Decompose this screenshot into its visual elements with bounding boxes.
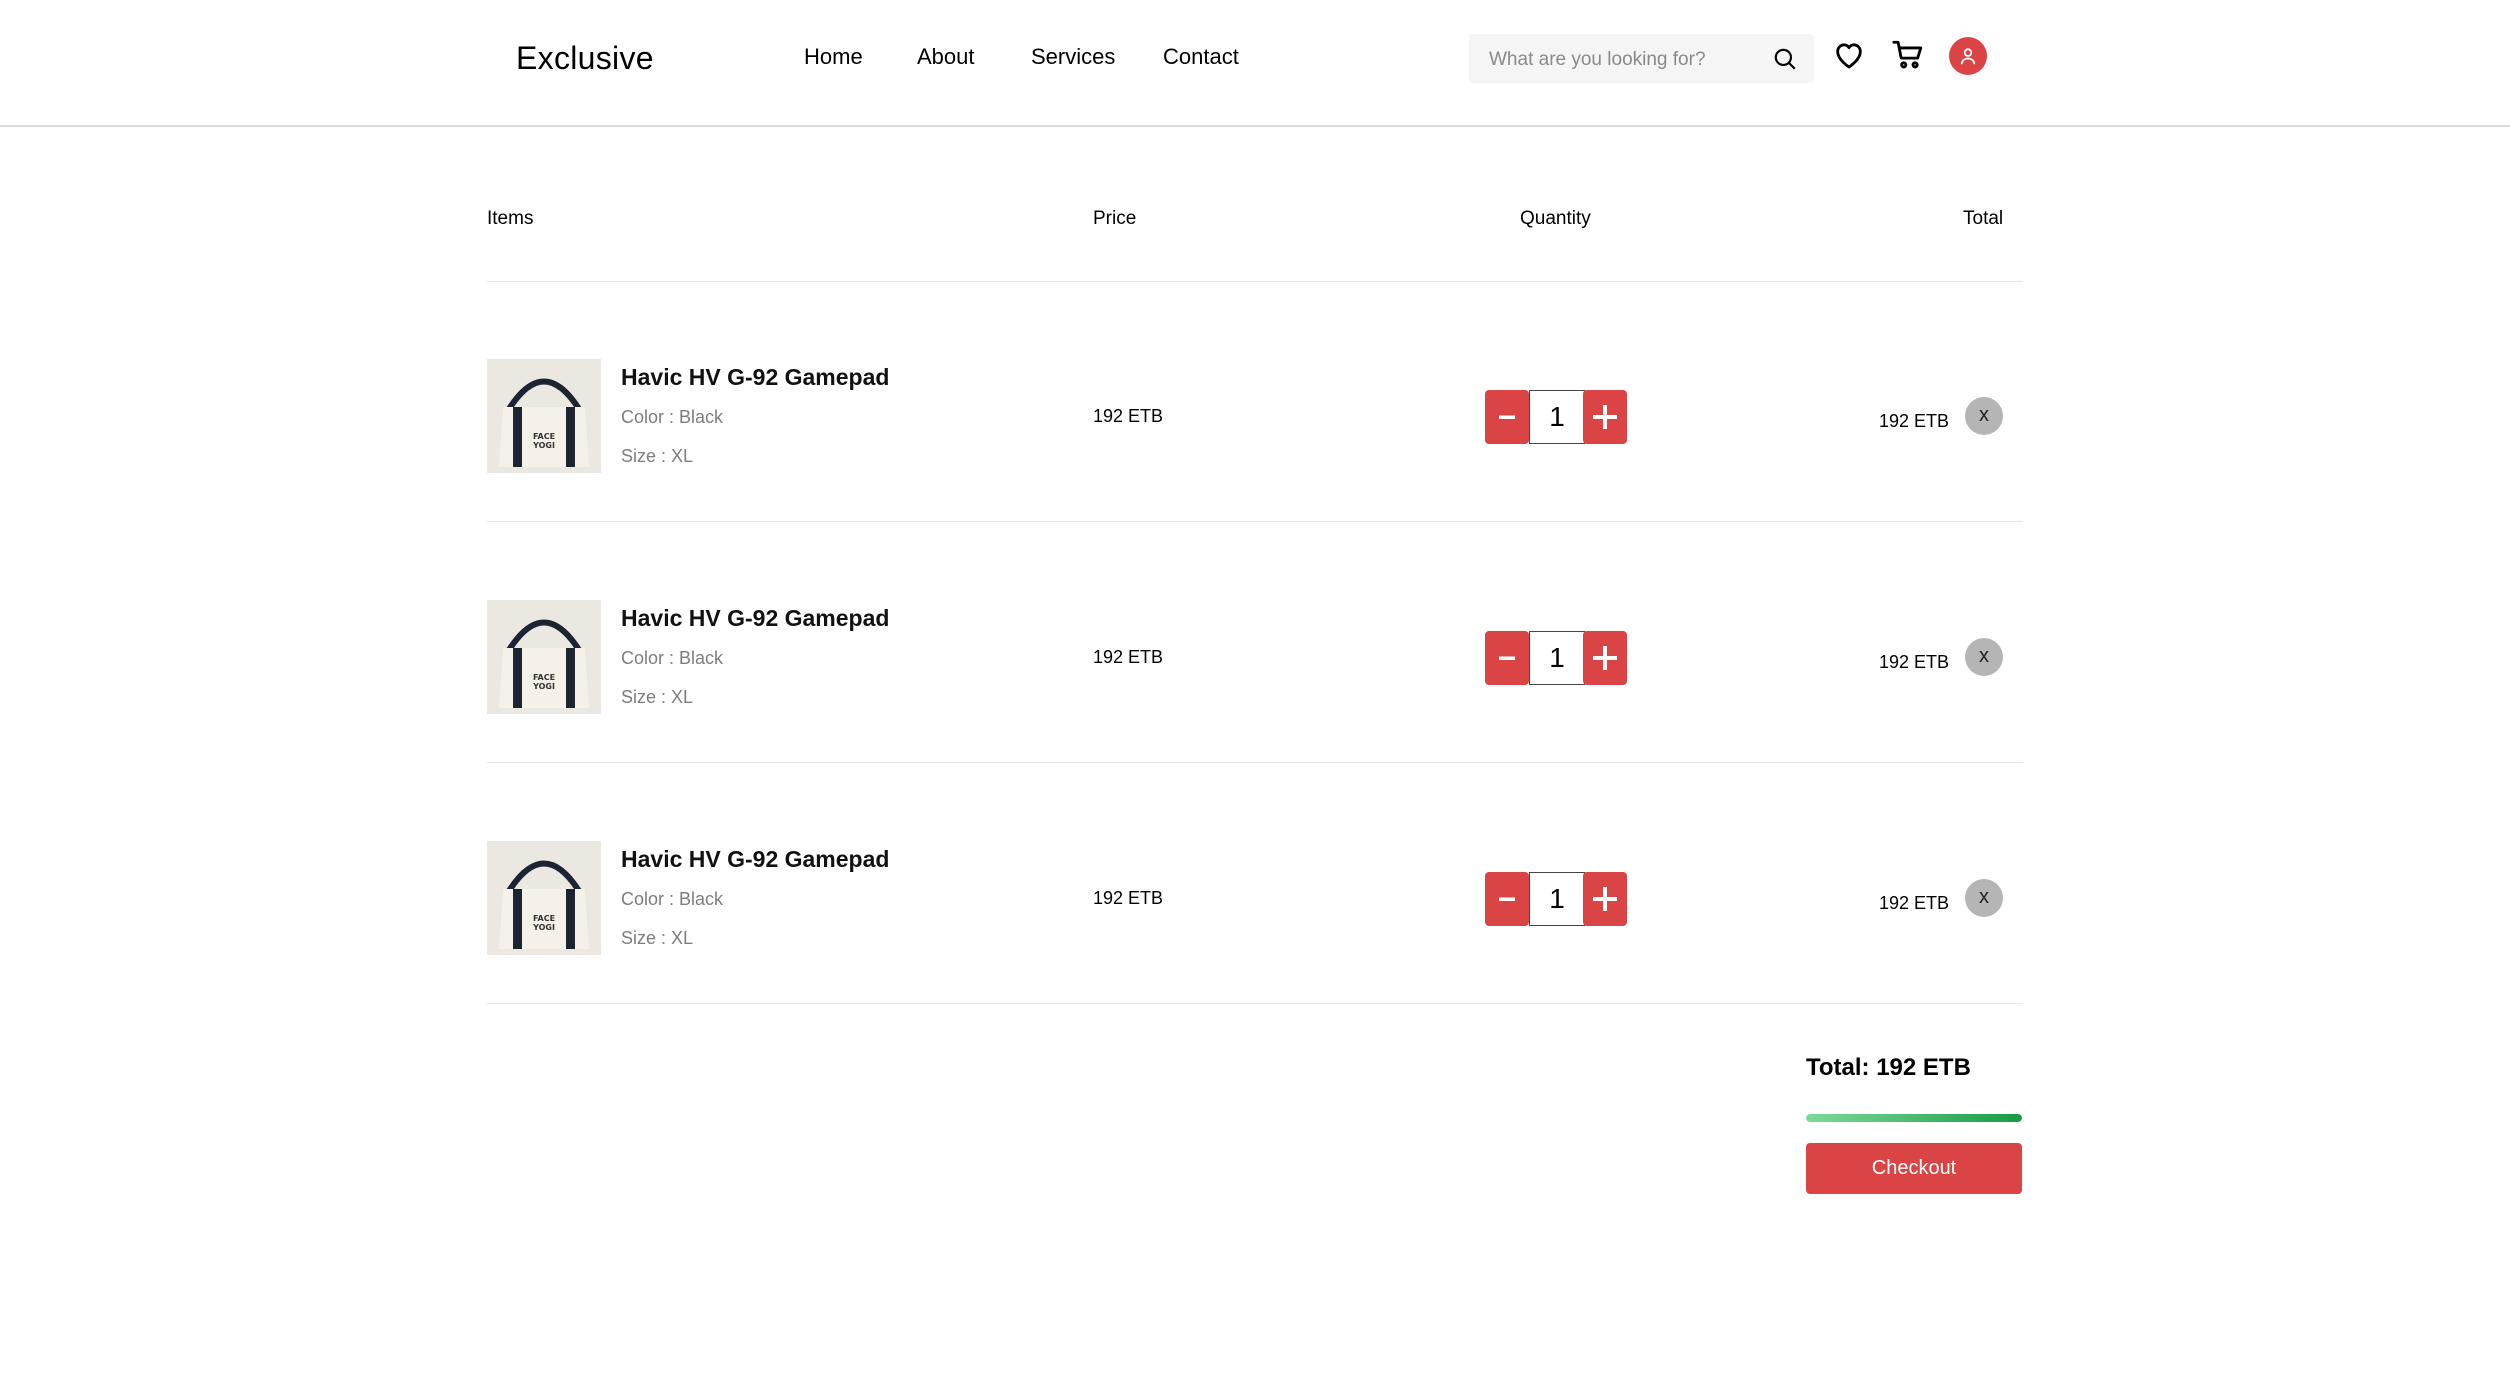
- cart-icon[interactable]: [1891, 38, 1925, 72]
- nav-contact[interactable]: Contact: [1163, 44, 1239, 70]
- product-size: Size : XL: [621, 446, 694, 466]
- column-header-items: Items: [487, 208, 534, 229]
- search-icon[interactable]: [1772, 46, 1798, 72]
- cart-total: Total: 192 ETB: [1806, 1054, 1971, 1081]
- cart-row: FACE YOGI Havic HV G-92 Gamepad Color : …: [0, 762, 2510, 1002]
- checkout-progress-bar: [1806, 1114, 2022, 1122]
- minus-icon: [1499, 656, 1515, 660]
- logo[interactable]: Exclusive: [516, 40, 654, 77]
- svg-text:FACE: FACE: [533, 673, 555, 682]
- svg-text:YOGI: YOGI: [532, 923, 555, 932]
- divider: [487, 1003, 2023, 1004]
- decrease-quantity-button[interactable]: [1485, 631, 1529, 685]
- user-icon[interactable]: [1949, 37, 1987, 75]
- product-image[interactable]: FACE YOGI: [487, 359, 601, 473]
- quantity-value[interactable]: 1: [1529, 390, 1585, 444]
- quantity-value[interactable]: 1: [1529, 631, 1585, 685]
- product-color: Color : Black: [621, 889, 724, 909]
- product-name[interactable]: Havic HV G-92 Gamepad: [621, 364, 889, 391]
- column-header-quantity: Quantity: [1520, 208, 1591, 229]
- row-total: 192 ETB: [1879, 652, 1950, 672]
- product-image[interactable]: FACE YOGI: [487, 600, 601, 714]
- product-name[interactable]: Havic HV G-92 Gamepad: [621, 846, 889, 873]
- decrease-quantity-button[interactable]: [1485, 390, 1529, 444]
- search-input[interactable]: [1487, 34, 1761, 85]
- remove-item-button[interactable]: x: [1965, 638, 2003, 676]
- plus-icon: [1593, 887, 1617, 911]
- decrease-quantity-button[interactable]: [1485, 872, 1529, 926]
- heart-icon[interactable]: [1832, 38, 1866, 72]
- search-bar: [1469, 34, 1814, 85]
- row-total: 192 ETB: [1879, 411, 1950, 431]
- cart-row: FACE YOGI Havic HV G-92 Gamepad Color : …: [0, 281, 2510, 521]
- product-image[interactable]: FACE YOGI: [487, 841, 601, 955]
- nav-services[interactable]: Services: [1031, 44, 1115, 70]
- column-header-total: Total: [1963, 208, 2004, 229]
- cart-row: FACE YOGI Havic HV G-92 Gamepad Color : …: [0, 521, 2510, 761]
- column-header-price: Price: [1093, 208, 1137, 229]
- remove-item-button[interactable]: x: [1965, 397, 2003, 435]
- svg-text:FACE: FACE: [533, 914, 555, 923]
- minus-icon: [1499, 897, 1515, 901]
- row-total: 192 ETB: [1879, 893, 1950, 913]
- nav-home[interactable]: Home: [804, 44, 863, 70]
- product-color: Color : Black: [621, 648, 724, 668]
- nav-about[interactable]: About: [917, 44, 975, 70]
- quantity-stepper: 1: [1485, 390, 1627, 444]
- quantity-stepper: 1: [1485, 872, 1627, 926]
- product-color: Color : Black: [621, 407, 724, 427]
- product-price: 192 ETB: [1093, 888, 1164, 908]
- plus-icon: [1593, 646, 1617, 670]
- plus-icon: [1593, 405, 1617, 429]
- product-size: Size : XL: [621, 928, 694, 948]
- increase-quantity-button[interactable]: [1583, 631, 1627, 685]
- checkout-button[interactable]: Checkout: [1806, 1143, 2022, 1194]
- increase-quantity-button[interactable]: [1583, 390, 1627, 444]
- increase-quantity-button[interactable]: [1583, 872, 1627, 926]
- site-header: Exclusive Home About Services Contact: [0, 0, 2510, 127]
- remove-item-button[interactable]: x: [1965, 879, 2003, 917]
- minus-icon: [1499, 415, 1515, 419]
- progress-fill: [1806, 1114, 2022, 1122]
- product-price: 192 ETB: [1093, 647, 1164, 667]
- quantity-stepper: 1: [1485, 631, 1627, 685]
- product-price: 192 ETB: [1093, 406, 1164, 426]
- product-name[interactable]: Havic HV G-92 Gamepad: [621, 605, 889, 632]
- quantity-value[interactable]: 1: [1529, 872, 1585, 926]
- svg-text:YOGI: YOGI: [532, 682, 555, 691]
- svg-text:FACE: FACE: [533, 432, 555, 441]
- svg-text:YOGI: YOGI: [532, 441, 555, 450]
- product-size: Size : XL: [621, 687, 694, 707]
